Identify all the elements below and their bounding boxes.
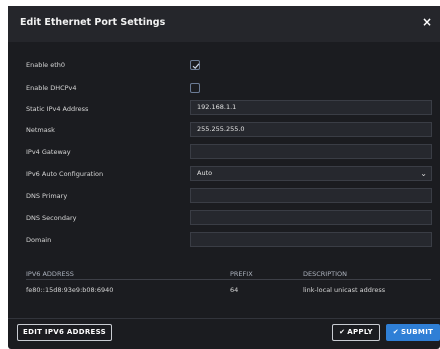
ipv4-gateway-label: IPv4 Gateway: [26, 148, 71, 156]
ipv6-address-header: IPV6 ADDRESS: [26, 270, 74, 278]
static-ipv4-input[interactable]: 192.168.1.1: [190, 100, 432, 115]
enable-eth0-label: Enable eth0: [26, 61, 66, 69]
dns-primary-label: DNS Primary: [26, 192, 68, 200]
submit-button[interactable]: ✔ SUBMIT: [386, 324, 440, 341]
enable-dhcpv4-checkbox[interactable]: [190, 83, 200, 93]
submit-label: SUBMIT: [400, 328, 434, 336]
enable-eth0-checkbox[interactable]: [190, 60, 200, 70]
apply-button[interactable]: ✔ APPLY: [332, 324, 380, 341]
close-icon[interactable]: ×: [422, 15, 432, 29]
netmask-input[interactable]: 255.255.255.0: [190, 122, 432, 137]
prefix-header: PREFIX: [230, 270, 253, 278]
dns-secondary-input[interactable]: [190, 210, 432, 225]
ipv6-auto-label: IPv6 Auto Configuration: [26, 170, 104, 178]
footer-divider: [8, 318, 440, 319]
dialog-header: Edit Ethernet Port Settings ×: [8, 6, 440, 42]
ipv4-gateway-input[interactable]: [190, 144, 432, 159]
description-header: DESCRIPTION: [303, 270, 347, 278]
ipv6-auto-select[interactable]: Auto ⌄: [190, 166, 432, 181]
chevron-down-icon: ⌄: [420, 169, 427, 178]
edit-ipv6-address-button[interactable]: EDIT IPV6 ADDRESS: [17, 324, 112, 341]
table-divider: [26, 279, 431, 280]
domain-input[interactable]: [190, 232, 432, 247]
edit-ipv6-address-label: EDIT IPV6 ADDRESS: [23, 328, 106, 336]
dns-primary-input[interactable]: [190, 188, 432, 203]
apply-label: APPLY: [347, 328, 373, 336]
enable-dhcpv4-label: Enable DHCPv4: [26, 84, 77, 92]
dialog-title: Edit Ethernet Port Settings: [20, 17, 166, 28]
ipv6-auto-value: Auto: [197, 169, 213, 177]
edit-ethernet-dialog: Edit Ethernet Port Settings × Enable eth…: [8, 6, 440, 349]
check-icon: ✔: [339, 328, 346, 336]
netmask-label: Netmask: [26, 126, 55, 134]
check-icon: [192, 63, 200, 70]
domain-label: Domain: [26, 236, 52, 244]
dns-secondary-label: DNS Secondary: [26, 214, 77, 222]
check-icon: ✔: [392, 328, 399, 336]
ipv6-address-cell: fe80::15d8:93e9:b08:6940: [26, 286, 114, 294]
description-cell: link-local unicast address: [303, 286, 386, 294]
static-ipv4-label: Static IPv4 Address: [26, 105, 89, 113]
prefix-cell: 64: [230, 286, 239, 294]
